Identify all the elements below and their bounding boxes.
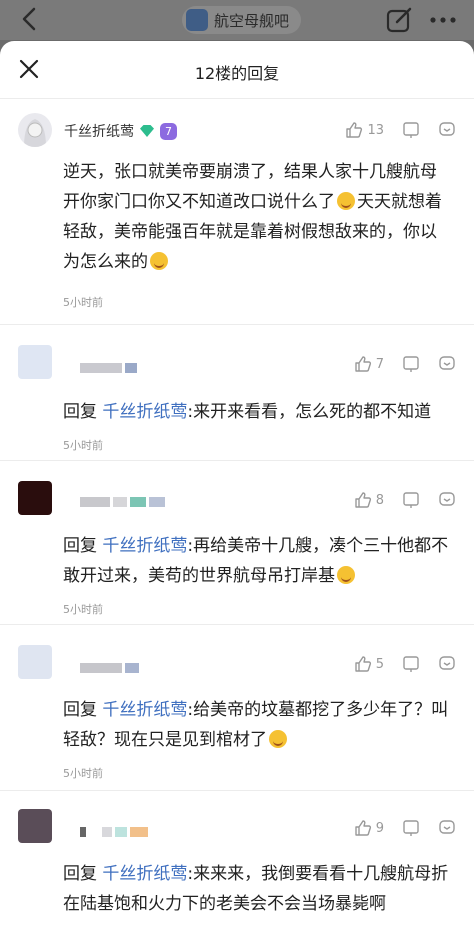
cool-emoji-icon [337,566,355,584]
sheet-title: 12楼的回复 [194,64,280,83]
thumbs-down-icon[interactable] [402,121,420,139]
thumbs-up-icon [355,656,371,672]
username-row: 千丝折纸莺 7 [64,121,177,141]
blurred-username [80,661,139,675]
reply-keyword: 回复 [63,864,97,884]
reply-actions: 7 [354,355,456,373]
avatar[interactable] [18,345,52,379]
reply-item: 9 回复 千丝折纸莺:来来来，我倒要看看十几艘航母折在陆基饱和火力下的老美会不会… [0,791,474,931]
reply-item: 5 回复 千丝折纸莺:给美帝的坟墓都挖了多少年了？叫轻敌？现在只是见到棺材了 5… [0,625,474,791]
laugh-emoji-icon [150,252,168,270]
edit-icon[interactable] [385,6,413,34]
avatar[interactable] [18,481,52,515]
app-bar: 航空母舰吧 [0,0,474,40]
avatar[interactable] [18,809,52,843]
comment-icon[interactable] [438,121,456,139]
forum-chip[interactable]: 航空母舰吧 [182,6,302,34]
thumbs-down-icon[interactable] [402,819,420,837]
forum-avatar [186,9,208,31]
like-count: 8 [375,492,384,508]
username[interactable]: 千丝折纸莺 [64,121,134,141]
blurred-username [80,495,165,509]
grin-emoji-icon [337,192,355,210]
comment-icon[interactable] [438,355,456,373]
thumbs-down-icon[interactable] [402,355,420,373]
comment-icon[interactable] [438,491,456,509]
comment-icon[interactable] [438,819,456,837]
more-icon[interactable] [428,10,458,30]
vip-badge-icon [140,125,154,137]
like-count: 13 [367,122,384,138]
reply-time: 5小时前 [63,439,103,452]
blurred-username [80,825,148,839]
forum-name: 航空母舰吧 [214,11,290,30]
reply-keyword: 回复 [63,402,97,422]
mention-link[interactable]: 千丝折纸莺 [102,700,187,720]
back-arrow-icon[interactable] [18,6,42,32]
thumbs-up-icon [355,492,371,508]
like-count: 9 [375,820,384,836]
reply-actions: 9 [354,819,456,837]
like-button[interactable]: 9 [354,819,384,837]
reply-text: 回复 千丝折纸莺:来来来，我倒要看看十几艘航母折在陆基饱和火力下的老美会不会当场… [63,859,452,919]
thumbs-up-icon [346,122,363,138]
mention-link[interactable]: 千丝折纸莺 [102,864,187,884]
thumbs-down-icon[interactable] [402,655,420,673]
reply-keyword: 回复 [63,536,97,556]
reply-time: 5小时前 [63,603,103,616]
blurred-username [80,361,137,375]
reply-text: 回复 千丝折纸莺:再给美帝十几艘，凑个三十他都不敢开过来，美苟的世界航母吊打岸基 [63,531,452,591]
reply-actions: 5 [354,655,456,673]
reply-text: 回复 千丝折纸莺:给美帝的坟墓都挖了多少年了？叫轻敌？现在只是见到棺材了 [63,695,452,755]
post-time: 5小时前 [63,296,103,309]
reply-item: 7 回复 千丝折纸莺:来开来看看，怎么死的都不知道 5小时前 [0,325,474,461]
like-button[interactable]: 5 [354,655,384,673]
post-actions: 13 [345,121,456,139]
comment-icon[interactable] [438,655,456,673]
mention-link[interactable]: 千丝折纸莺 [102,536,187,556]
like-count: 7 [375,356,384,372]
grin-emoji-icon [269,730,287,748]
like-count: 5 [375,656,384,672]
reply-item: 8 回复 千丝折纸莺:再给美帝十几艘，凑个三十他都不敢开过来，美苟的世界航母吊打… [0,461,474,625]
reply-text: 回复 千丝折纸莺:来开来看看，怎么死的都不知道 [63,397,452,427]
reply-sheet: 12楼的回复 千丝折纸莺 7 13 逆天，张口就美帝要崩溃了，结果人家十几艘航母… [0,41,474,937]
like-button[interactable]: 13 [345,121,384,139]
mention-link[interactable]: 千丝折纸莺 [102,402,187,422]
post-text: 逆天，张口就美帝要崩溃了，结果人家十几艘航母开你家门口你又不知道改口说什么了 天天… [63,157,452,277]
reply-time: 5小时前 [63,767,103,780]
reply-actions: 8 [354,491,456,509]
main-post: 千丝折纸莺 7 13 逆天，张口就美帝要崩溃了，结果人家十几艘航母开你家门口你又… [0,99,474,325]
like-button[interactable]: 7 [354,355,384,373]
thumbs-down-icon[interactable] [402,491,420,509]
avatar[interactable] [18,645,52,679]
level-badge: 7 [160,122,177,140]
reply-keyword: 回复 [63,700,97,720]
avatar[interactable] [18,113,52,147]
like-button[interactable]: 8 [354,491,384,509]
reply-content: :来开来看看，怎么死的都不知道 [187,402,432,422]
sheet-header: 12楼的回复 [0,41,474,99]
thumbs-up-icon [355,356,371,372]
thumbs-up-icon [355,820,371,836]
